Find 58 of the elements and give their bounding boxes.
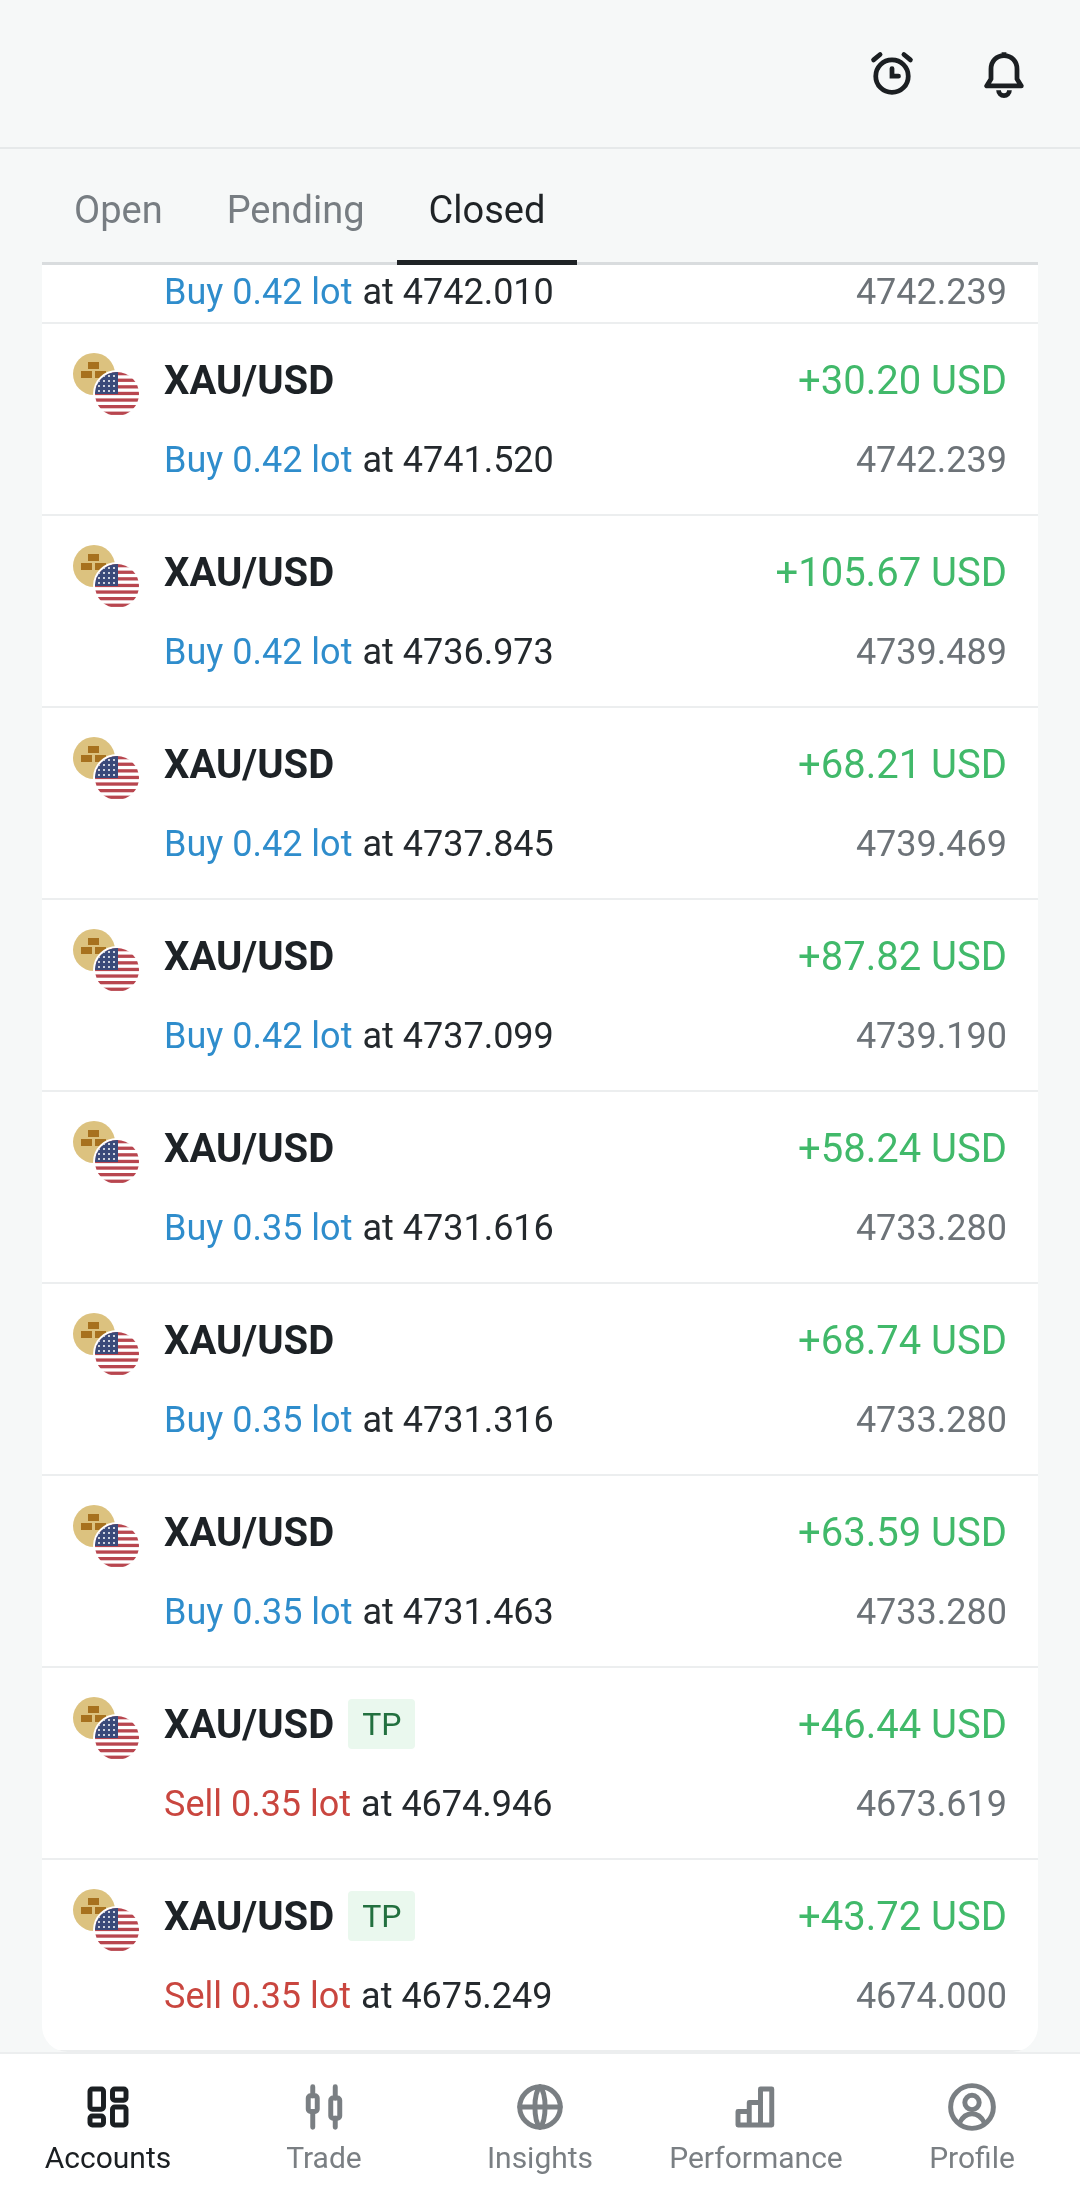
symbol-label: XAU/USD xyxy=(164,1316,335,1364)
open-price: at 4737.099 xyxy=(362,1015,554,1057)
trade-volume: Buy 0.42 lot xyxy=(164,631,353,673)
nav-tab[interactable]: Profile xyxy=(864,2054,1080,2187)
open-price: at 4674.946 xyxy=(361,1783,553,1825)
trade-volume: Sell 0.35 lot xyxy=(164,1975,352,2017)
trade-volume: Buy 0.42 lot xyxy=(164,439,353,481)
close-price: 4739.190 xyxy=(855,1014,1007,1059)
open-price: at 4675.249 xyxy=(361,1975,553,2017)
nav-tab[interactable]: Insights xyxy=(432,2054,648,2187)
symbol-label: XAU/USD xyxy=(164,740,335,788)
trade-volume: Buy 0.42 lot xyxy=(164,1015,353,1057)
nav-tab[interactable]: Trade xyxy=(216,2054,432,2187)
close-price: 4673.619 xyxy=(855,1782,1007,1827)
profit-label: +30.20 USD xyxy=(797,355,1007,406)
symbol-label: XAU/USD xyxy=(164,548,335,596)
symbol-label: XAU/USD xyxy=(164,1124,335,1172)
trade-volume: Buy 0.42 lot xyxy=(164,271,353,313)
profit-label: +58.24 USD xyxy=(797,1123,1007,1174)
nav-tab[interactable]: Performance xyxy=(648,2054,864,2187)
open-price: at 4737.845 xyxy=(362,823,554,865)
tab[interactable]: Open xyxy=(42,149,195,265)
tp-badge: TP xyxy=(348,1891,416,1941)
open-price: at 4731.463 xyxy=(362,1591,554,1633)
symbol-label: XAU/USD xyxy=(164,1892,335,1940)
close-price: 4733.280 xyxy=(855,1590,1007,1635)
profit-label: +87.82 USD xyxy=(797,931,1007,982)
trade-volume: Buy 0.35 lot xyxy=(164,1207,353,1249)
open-price: at 4741.520 xyxy=(362,439,554,481)
close-price: 4742.239 xyxy=(855,270,1007,315)
profit-label: +63.59 USD xyxy=(797,1507,1007,1558)
open-price: at 4742.010 xyxy=(362,271,554,313)
symbol-label: XAU/USD xyxy=(164,1508,335,1556)
trade-volume: Buy 0.42 lot xyxy=(164,823,353,865)
trade-volume: Sell 0.35 lot xyxy=(164,1783,352,1825)
open-price: at 4731.316 xyxy=(362,1399,554,1441)
symbol-label: XAU/USD xyxy=(164,1700,335,1748)
nav-tab[interactable]: Accounts xyxy=(0,2054,216,2187)
close-price: 4742.239 xyxy=(855,438,1007,483)
close-price: 4739.489 xyxy=(855,630,1007,675)
trade-volume: Buy 0.35 lot xyxy=(164,1591,353,1633)
profit-label: +46.44 USD xyxy=(797,1699,1007,1750)
profit-label: +68.74 USD xyxy=(797,1315,1007,1366)
tp-badge: TP xyxy=(348,1699,416,1749)
profile-icon xyxy=(945,2080,999,2134)
close-price: 4733.280 xyxy=(855,1398,1007,1443)
symbol-label: XAU/USD xyxy=(164,932,335,980)
profit-label: +43.72 USD xyxy=(797,1891,1007,1942)
close-price: 4739.469 xyxy=(855,822,1007,867)
close-price: 4733.280 xyxy=(855,1206,1007,1251)
profit-label: +68.21 USD xyxy=(797,739,1007,790)
open-price: at 4736.973 xyxy=(362,631,554,673)
tab[interactable]: Pending xyxy=(194,149,397,265)
open-price: at 4731.616 xyxy=(362,1207,554,1249)
profit-label: +105.67 USD xyxy=(775,547,1007,598)
symbol-label: XAU/USD xyxy=(164,356,335,404)
trade-volume: Buy 0.35 lot xyxy=(164,1399,353,1441)
close-price: 4674.000 xyxy=(855,1974,1007,2019)
